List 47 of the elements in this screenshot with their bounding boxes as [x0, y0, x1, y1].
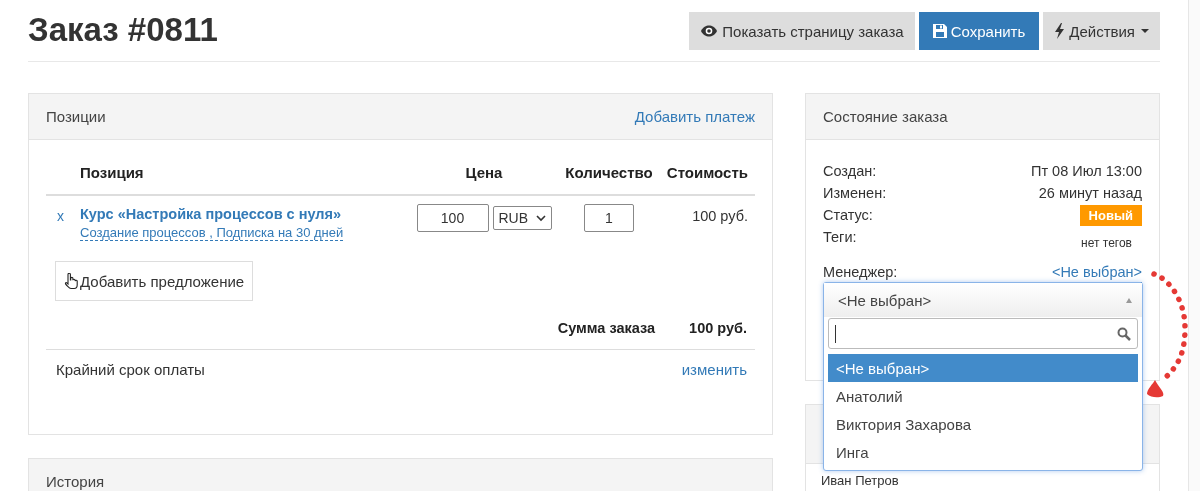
lightning-icon — [1054, 23, 1066, 39]
add-offer-button[interactable]: Добавить предложение — [55, 261, 254, 301]
status-badge: Новый — [1079, 204, 1142, 226]
list-entry: Иван Петров — [820, 472, 900, 487]
field-value: Пт 08 Июл 13:00 — [1031, 163, 1142, 179]
search-icon — [1117, 326, 1131, 341]
line-cost: 100 руб. — [692, 208, 748, 224]
field-label: Теги: — [823, 229, 857, 245]
page-title: Заказ #0811 — [28, 10, 218, 49]
field-value: нет тегов — [1081, 236, 1132, 250]
quantity-input[interactable]: 1 — [584, 204, 634, 232]
add-payment-link[interactable]: Добавить платеж — [634, 108, 755, 125]
panel-title: История — [46, 472, 105, 490]
search-field[interactable] — [828, 318, 1138, 349]
field-label: Изменен: — [823, 185, 887, 201]
caret-icon — [1141, 29, 1149, 33]
total-label: Сумма заказа — [557, 320, 656, 338]
total-value: 100 руб. — [689, 320, 747, 338]
dropdown-option[interactable]: Инга — [828, 438, 1138, 466]
dropdown-option[interactable]: Анатолий — [828, 382, 1138, 410]
chevron-icon — [535, 214, 546, 222]
pointing-hand-icon — [64, 272, 78, 290]
manager-select[interactable]: <Не выбран> — [824, 283, 1142, 317]
panel-title: Состояние заказа — [823, 108, 948, 125]
dropdown-option[interactable]: Виктория Захарова — [828, 410, 1138, 438]
show-order-page-button[interactable]: Показать страницу заказа — [689, 12, 915, 50]
caret-icon — [1126, 297, 1132, 303]
product-link[interactable]: Курс «Настройка процессов с нуля» — [80, 206, 342, 222]
field-label: Менеджер: — [823, 264, 898, 280]
field-label: Статус: — [823, 207, 873, 223]
remove-link[interactable]: x — [57, 208, 64, 224]
currency-select[interactable]: RUB — [492, 206, 552, 230]
column-header: Позиция — [80, 164, 144, 181]
price-input[interactable]: 100 — [416, 204, 489, 232]
deadline-label: Крайний срок оплаты — [56, 361, 205, 380]
dropdown-option[interactable]: <Не выбран> — [828, 354, 1138, 382]
eye-icon — [700, 24, 719, 38]
change-link[interactable]: изменить — [681, 361, 747, 434]
actions-button[interactable]: Действия — [1043, 12, 1160, 50]
column-header: Стоимость — [666, 164, 748, 181]
panel-title: Позиции — [46, 108, 106, 125]
offers-link[interactable]: Создание процессов , Подписка на 30 дней — [80, 225, 344, 241]
column-header: Количество — [565, 164, 653, 181]
field-value: 26 минут назад — [1038, 185, 1142, 201]
column-header: Цена — [465, 164, 503, 181]
field-label: Создан: — [823, 163, 877, 179]
save-button[interactable]: Сохранить — [918, 12, 1040, 50]
